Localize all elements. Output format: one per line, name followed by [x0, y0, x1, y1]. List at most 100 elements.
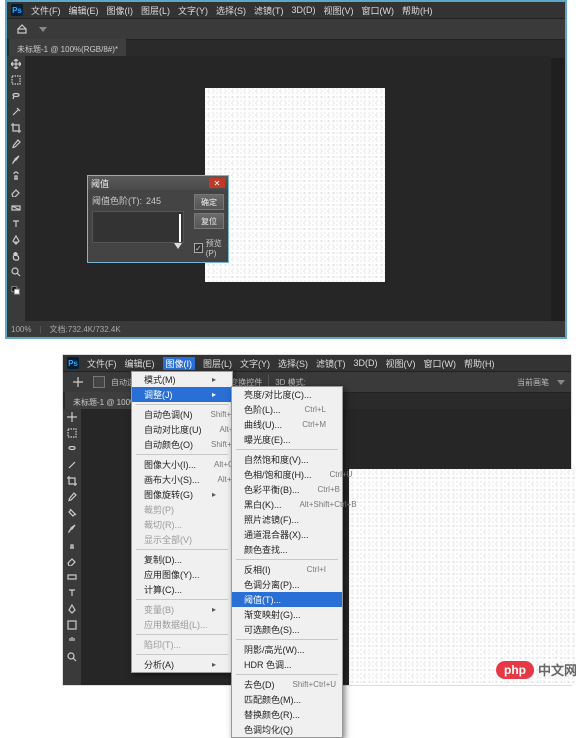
menu-item[interactable]: 色调分离(P)... — [232, 577, 342, 592]
menu-item[interactable]: HDR 色调... — [232, 657, 342, 672]
threshold-value[interactable]: 245 — [146, 196, 161, 206]
brush-tool-icon[interactable] — [63, 521, 81, 537]
crop-tool-icon[interactable] — [7, 120, 25, 136]
menu-select[interactable]: 选择(S) — [278, 357, 308, 370]
dialog-titlebar[interactable]: 阈值 ✕ — [88, 176, 228, 190]
menu-file[interactable]: 文件(F) — [31, 4, 61, 17]
zoom-tool-icon[interactable] — [63, 649, 81, 665]
menu-image[interactable]: 图像(I) — [107, 4, 134, 17]
menu-item[interactable]: 色彩平衡(B)...Ctrl+B — [232, 482, 342, 497]
menu-item[interactable]: 分析(A) — [132, 657, 232, 672]
ok-button[interactable]: 确定 — [194, 194, 224, 210]
menu-item[interactable]: 反相(I)Ctrl+I — [232, 562, 342, 577]
menu-item[interactable]: 色相/饱和度(H)...Ctrl+U — [232, 467, 342, 482]
menu-window[interactable]: 窗口(W) — [362, 4, 395, 17]
status-zoom[interactable]: 100% — [11, 325, 31, 334]
hand-tool-icon[interactable] — [7, 248, 25, 264]
menu-item[interactable]: 通道混合器(X)... — [232, 527, 342, 542]
cancel-button[interactable]: 复位 — [194, 213, 224, 229]
menu-item[interactable]: 图像旋转(G) — [132, 487, 232, 502]
menu-item[interactable]: 颜色查找... — [232, 542, 342, 557]
canvas-viewport[interactable]: 阈值 ✕ 阈值色阶(T): 245 确定 复位 — [25, 56, 551, 321]
menubar[interactable]: Ps 文件(F) 编辑(E) 图像(I) 图层(L) 文字(Y) 选择(S) 滤… — [63, 355, 571, 372]
menu-item[interactable]: 替换颜色(R)... — [232, 707, 342, 722]
menu-view[interactable]: 视图(V) — [386, 357, 416, 370]
chevron-down-icon[interactable] — [557, 380, 565, 385]
menu-view[interactable]: 视图(V) — [324, 4, 354, 17]
menu-item[interactable]: 自动对比度(U)Alt+Shift+Ctrl+L — [132, 422, 232, 437]
menu-item[interactable]: 模式(M) — [132, 372, 232, 387]
proof-setup[interactable]: 当前画笔 — [517, 377, 549, 388]
chevron-down-icon[interactable] — [39, 27, 47, 32]
brush-tool-icon[interactable] — [7, 152, 25, 168]
menu-3d[interactable]: 3D(D) — [354, 358, 378, 368]
menu-item[interactable]: 阈值(T)... — [232, 592, 342, 607]
stamp-tool-icon[interactable] — [7, 168, 25, 184]
menu-item[interactable]: 图像大小(I)...Alt+Ctrl+I — [132, 457, 232, 472]
lasso-tool-icon[interactable] — [7, 88, 25, 104]
menu-select[interactable]: 选择(S) — [216, 4, 246, 17]
document-canvas[interactable] — [205, 88, 385, 282]
toolbox[interactable] — [63, 409, 81, 685]
menu-edit[interactable]: 编辑(E) — [69, 4, 99, 17]
menu-window[interactable]: 窗口(W) — [424, 357, 457, 370]
document-canvas[interactable] — [349, 469, 576, 685]
wand-tool-icon[interactable] — [7, 104, 25, 120]
menu-item[interactable]: 调整(J) — [132, 387, 232, 402]
marquee-tool-icon[interactable] — [63, 425, 81, 441]
eraser-tool-icon[interactable] — [7, 184, 25, 200]
menu-help[interactable]: 帮助(H) — [464, 357, 495, 370]
crop-tool-icon[interactable] — [63, 473, 81, 489]
menu-edit[interactable]: 编辑(E) — [125, 357, 155, 370]
adjustments-submenu[interactable]: 亮度/对比度(C)...色阶(L)...Ctrl+L曲线(U)...Ctrl+M… — [231, 386, 343, 738]
image-menu[interactable]: 模式(M)调整(J) 自动色调(N)Shift+Ctrl+L自动对比度(U)Alt… — [131, 371, 233, 673]
heal-tool-icon[interactable] — [63, 505, 81, 521]
menu-image[interactable]: 图像(I) — [163, 357, 196, 370]
menu-item[interactable]: 计算(C)... — [132, 582, 232, 597]
menu-item[interactable]: 阴影/高光(W)... — [232, 642, 342, 657]
move-tool-icon[interactable] — [63, 409, 81, 425]
lasso-tool-icon[interactable] — [63, 441, 81, 457]
menu-item[interactable]: 画布大小(S)...Alt+Ctrl+C — [132, 472, 232, 487]
menu-item[interactable]: 曝光度(E)... — [232, 432, 342, 447]
menu-item[interactable]: 色阶(L)...Ctrl+L — [232, 402, 342, 417]
preview-checkbox[interactable]: ✓ 预览(P) — [194, 238, 224, 258]
move-tool-icon[interactable] — [7, 56, 25, 72]
menu-type[interactable]: 文字(Y) — [240, 357, 270, 370]
menu-item[interactable]: 可选颜色(S)... — [232, 622, 342, 637]
pen-tool-icon[interactable] — [7, 232, 25, 248]
menu-item[interactable]: 渐变映射(G)... — [232, 607, 342, 622]
eyedropper-tool-icon[interactable] — [63, 489, 81, 505]
menu-layer[interactable]: 图层(L) — [203, 357, 232, 370]
menu-item[interactable]: 自动色调(N)Shift+Ctrl+L — [132, 407, 232, 422]
type-tool-icon[interactable] — [63, 585, 81, 601]
threshold-slider[interactable] — [92, 243, 182, 251]
menu-item[interactable]: 曲线(U)...Ctrl+M — [232, 417, 342, 432]
type-tool-icon[interactable] — [7, 216, 25, 232]
menu-item[interactable]: 自然饱和度(V)... — [232, 452, 342, 467]
stamp-tool-icon[interactable] — [63, 537, 81, 553]
tool-preset-icon[interactable] — [13, 21, 31, 37]
menu-item[interactable]: 应用图像(Y)... — [132, 567, 232, 582]
close-icon[interactable]: ✕ — [209, 178, 225, 188]
wand-tool-icon[interactable] — [63, 457, 81, 473]
menu-filter[interactable]: 滤镜(T) — [316, 357, 346, 370]
menu-item[interactable]: 黑白(K)...Alt+Shift+Ctrl+B — [232, 497, 342, 512]
gradient-tool-icon[interactable] — [63, 569, 81, 585]
menu-help[interactable]: 帮助(H) — [402, 4, 433, 17]
menu-item[interactable]: 去色(D)Shift+Ctrl+U — [232, 677, 342, 692]
hand-tool-icon[interactable] — [63, 633, 81, 649]
menubar[interactable]: Ps 文件(F) 编辑(E) 图像(I) 图层(L) 文字(Y) 选择(S) 滤… — [7, 2, 565, 19]
eraser-tool-icon[interactable] — [63, 553, 81, 569]
autoselect-checkbox[interactable] — [93, 376, 105, 388]
menu-item[interactable]: 照片滤镜(F)... — [232, 512, 342, 527]
menu-type[interactable]: 文字(Y) — [178, 4, 208, 17]
move-preset-icon[interactable] — [69, 374, 87, 390]
menu-item[interactable]: 亮度/对比度(C)... — [232, 387, 342, 402]
color-swatch-icon[interactable] — [7, 280, 25, 300]
menu-item[interactable]: 自动颜色(O)Shift+Ctrl+B — [132, 437, 232, 452]
menu-filter[interactable]: 滤镜(T) — [254, 4, 284, 17]
shape-tool-icon[interactable] — [63, 617, 81, 633]
menu-3d[interactable]: 3D(D) — [292, 5, 316, 15]
gradient-tool-icon[interactable] — [7, 200, 25, 216]
